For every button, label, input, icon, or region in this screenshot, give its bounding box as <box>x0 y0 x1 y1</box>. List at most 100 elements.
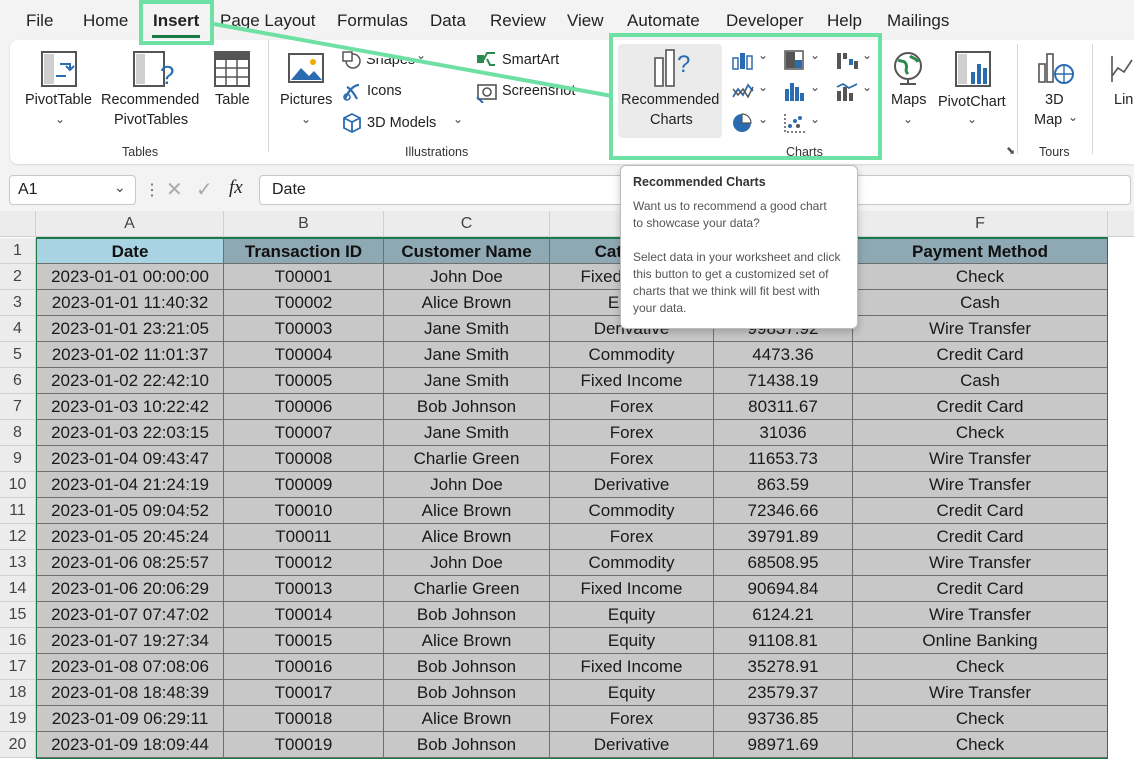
table-cell[interactable]: Wire Transfer <box>853 550 1108 576</box>
table-cell[interactable]: 2023-01-04 21:24:19 <box>36 472 224 498</box>
row-header[interactable]: 17 <box>0 654 36 680</box>
table-cell[interactable]: 2023-01-08 18:48:39 <box>36 680 224 706</box>
table-cell[interactable]: Alice Brown <box>384 706 550 732</box>
table-cell[interactable]: Wire Transfer <box>853 602 1108 628</box>
row-header[interactable]: 18 <box>0 680 36 706</box>
row-header[interactable]: 6 <box>0 368 36 394</box>
table-cell[interactable]: Charlie Green <box>384 576 550 602</box>
table-cell[interactable]: 39791.89 <box>714 524 853 550</box>
table-cell[interactable]: Alice Brown <box>384 524 550 550</box>
table-cell[interactable]: T00015 <box>224 628 384 654</box>
table-cell[interactable]: John Doe <box>384 472 550 498</box>
table-cell[interactable]: Credit Card <box>853 394 1108 420</box>
table-cell[interactable]: Credit Card <box>853 498 1108 524</box>
table-cell[interactable]: Forex <box>550 446 714 472</box>
more-options-icon[interactable]: ⋮ <box>144 180 160 200</box>
row-header[interactable]: 13 <box>0 550 36 576</box>
table-cell[interactable]: Cash <box>853 290 1108 316</box>
column-header-f[interactable]: F <box>853 211 1108 237</box>
table-cell[interactable]: Bob Johnson <box>384 602 550 628</box>
worksheet-grid[interactable]: ABCDEF1DateTransaction IDCustomer NameCa… <box>0 211 1134 760</box>
table-cell[interactable]: Wire Transfer <box>853 316 1108 342</box>
row-header[interactable]: 9 <box>0 446 36 472</box>
table-cell[interactable]: T00017 <box>224 680 384 706</box>
table-cell[interactable]: T00016 <box>224 654 384 680</box>
table-cell[interactable]: Jane Smith <box>384 420 550 446</box>
column-header-b[interactable]: B <box>224 211 384 237</box>
table-cell[interactable]: 98971.69 <box>714 732 853 758</box>
table-cell[interactable]: 2023-01-07 07:47:02 <box>36 602 224 628</box>
table-cell[interactable]: Bob Johnson <box>384 732 550 758</box>
table-cell[interactable]: T00012 <box>224 550 384 576</box>
table-cell[interactable]: 35278.91 <box>714 654 853 680</box>
table-cell[interactable]: Wire Transfer <box>853 446 1108 472</box>
table-cell[interactable]: 2023-01-04 09:43:47 <box>36 446 224 472</box>
table-cell[interactable]: T00010 <box>224 498 384 524</box>
select-all-corner[interactable] <box>0 211 36 237</box>
table-cell[interactable]: T00009 <box>224 472 384 498</box>
table-cell[interactable]: Commodity <box>550 342 714 368</box>
table-cell[interactable]: Commodity <box>550 550 714 576</box>
table-cell[interactable]: 2023-01-06 20:06:29 <box>36 576 224 602</box>
table-cell[interactable]: T00013 <box>224 576 384 602</box>
table-cell[interactable]: 2023-01-07 19:27:34 <box>36 628 224 654</box>
table-cell[interactable]: 2023-01-08 07:08:06 <box>36 654 224 680</box>
row-header[interactable]: 8 <box>0 420 36 446</box>
table-cell[interactable]: Fixed Income <box>550 368 714 394</box>
table-cell[interactable]: Check <box>853 706 1108 732</box>
table-cell[interactable]: T00019 <box>224 732 384 758</box>
table-cell[interactable]: T00004 <box>224 342 384 368</box>
table-cell[interactable]: 2023-01-01 00:00:00 <box>36 264 224 290</box>
chevron-down-icon[interactable]: ⌄ <box>114 179 126 196</box>
table-cell[interactable]: John Doe <box>384 550 550 576</box>
table-cell[interactable]: Equity <box>550 602 714 628</box>
table-cell[interactable]: Check <box>853 420 1108 446</box>
table-cell[interactable]: Wire Transfer <box>853 472 1108 498</box>
table-cell[interactable]: 6124.21 <box>714 602 853 628</box>
table-cell[interactable]: Wire Transfer <box>853 680 1108 706</box>
table-cell[interactable]: 4473.36 <box>714 342 853 368</box>
table-cell[interactable]: Derivative <box>550 472 714 498</box>
table-cell[interactable]: Forex <box>550 706 714 732</box>
table-cell[interactable]: T00018 <box>224 706 384 732</box>
table-cell[interactable]: Alice Brown <box>384 498 550 524</box>
header-cell[interactable]: Customer Name <box>384 238 550 264</box>
table-cell[interactable]: John Doe <box>384 264 550 290</box>
table-cell[interactable]: 2023-01-03 22:03:15 <box>36 420 224 446</box>
row-header[interactable]: 11 <box>0 498 36 524</box>
column-header-g[interactable] <box>1108 211 1134 237</box>
table-cell[interactable]: Credit Card <box>853 576 1108 602</box>
row-header[interactable]: 16 <box>0 628 36 654</box>
table-cell[interactable]: Alice Brown <box>384 628 550 654</box>
row-header[interactable]: 3 <box>0 290 36 316</box>
table-cell[interactable]: Check <box>853 264 1108 290</box>
table-cell[interactable]: Bob Johnson <box>384 654 550 680</box>
table-cell[interactable]: 863.59 <box>714 472 853 498</box>
table-cell[interactable]: 90694.84 <box>714 576 853 602</box>
header-cell[interactable]: Date <box>36 238 224 264</box>
table-cell[interactable]: 2023-01-02 11:01:37 <box>36 342 224 368</box>
table-cell[interactable]: T00001 <box>224 264 384 290</box>
table-cell[interactable]: 68508.95 <box>714 550 853 576</box>
table-cell[interactable]: Online Banking <box>853 628 1108 654</box>
table-cell[interactable]: T00011 <box>224 524 384 550</box>
table-cell[interactable]: T00006 <box>224 394 384 420</box>
table-cell[interactable]: 2023-01-03 10:22:42 <box>36 394 224 420</box>
table-cell[interactable]: Bob Johnson <box>384 394 550 420</box>
insert-function-icon[interactable]: fx <box>229 177 243 199</box>
table-cell[interactable]: Fixed Income <box>550 654 714 680</box>
table-cell[interactable]: T00002 <box>224 290 384 316</box>
table-cell[interactable]: 72346.66 <box>714 498 853 524</box>
column-header-c[interactable]: C <box>384 211 550 237</box>
header-cell[interactable]: Payment Method <box>853 238 1108 264</box>
table-cell[interactable]: 2023-01-02 22:42:10 <box>36 368 224 394</box>
table-cell[interactable]: Commodity <box>550 498 714 524</box>
row-header[interactable]: 12 <box>0 524 36 550</box>
table-cell[interactable]: Charlie Green <box>384 446 550 472</box>
table-cell[interactable]: T00014 <box>224 602 384 628</box>
table-cell[interactable]: Fixed Income <box>550 576 714 602</box>
table-cell[interactable]: Credit Card <box>853 524 1108 550</box>
table-cell[interactable]: 2023-01-01 23:21:05 <box>36 316 224 342</box>
table-cell[interactable]: 93736.85 <box>714 706 853 732</box>
table-cell[interactable]: T00008 <box>224 446 384 472</box>
